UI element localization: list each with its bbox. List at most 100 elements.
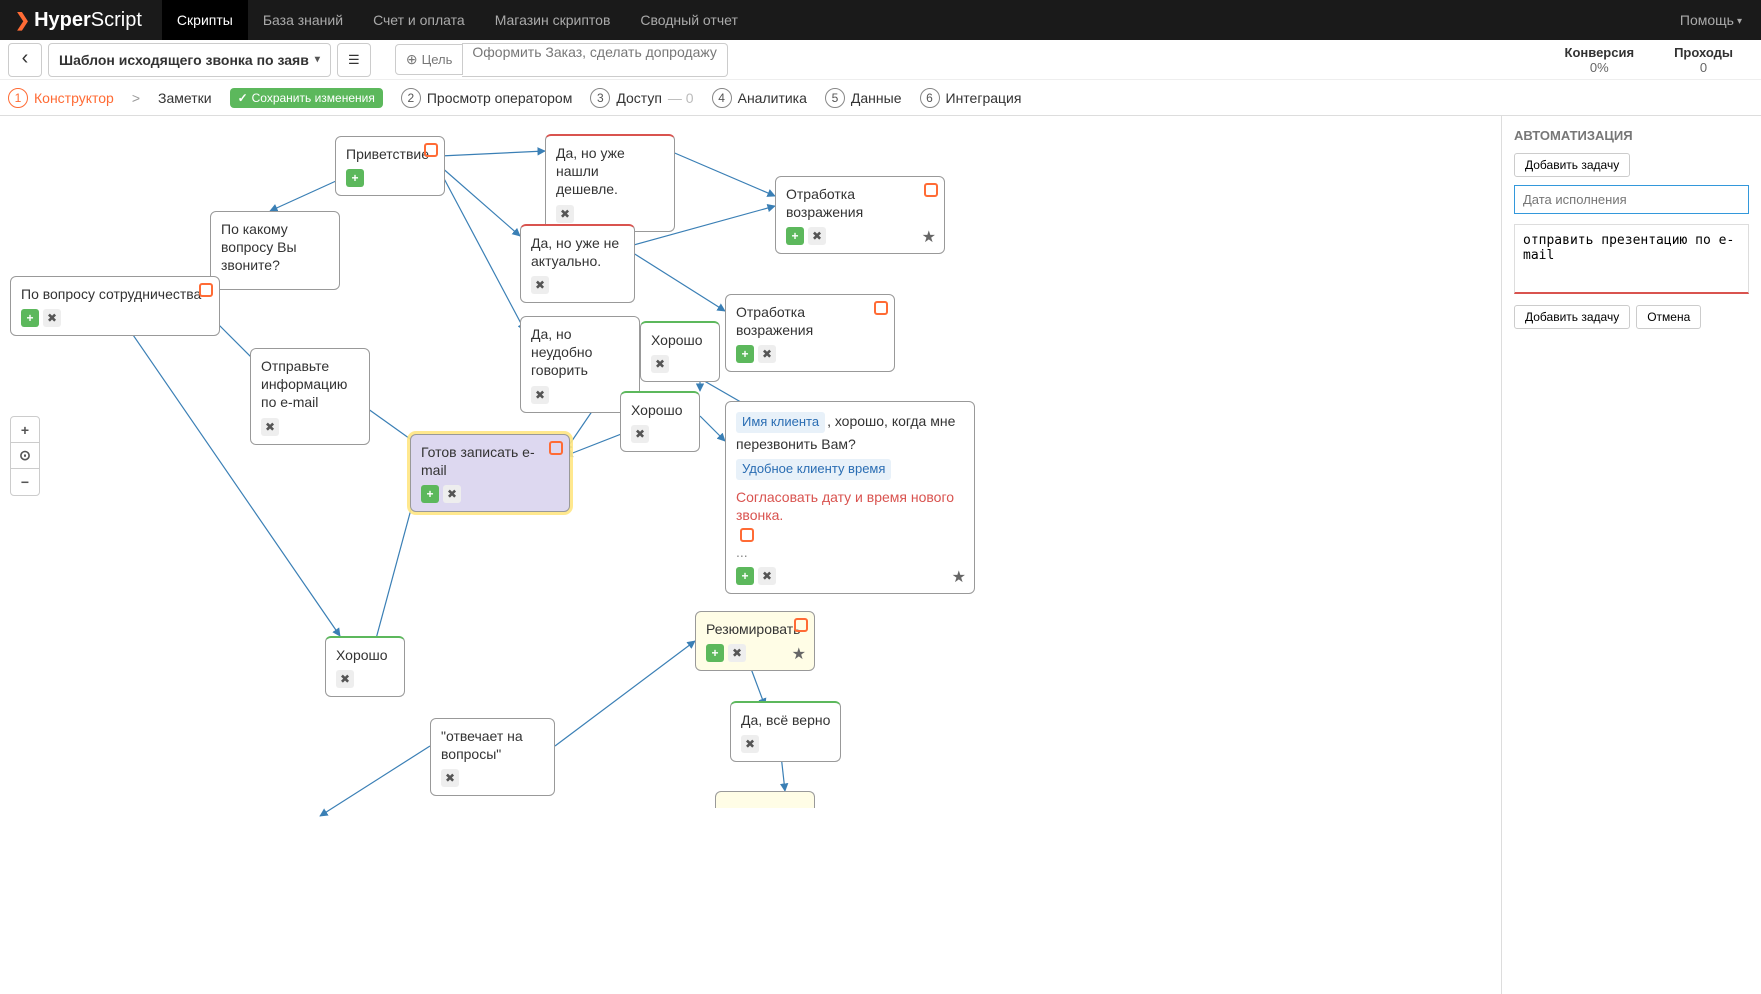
- zoom-in-button[interactable]: +: [11, 417, 39, 443]
- goal-marker[interactable]: [924, 183, 938, 197]
- node-detail[interactable]: Имя клиента, хорошо, когда мне перезвони…: [725, 401, 975, 594]
- goal-marker[interactable]: [794, 618, 808, 632]
- nav-knowledge[interactable]: База знаний: [248, 0, 358, 40]
- nav-help[interactable]: Помощь: [1665, 0, 1746, 40]
- goal-marker[interactable]: [874, 301, 888, 315]
- chip-client-name[interactable]: Имя клиента: [736, 412, 825, 433]
- script-select[interactable]: Шаблон исходящего звонка по заяв: [48, 43, 331, 77]
- tab-operator[interactable]: 2Просмотр оператором: [401, 88, 572, 108]
- star-icon[interactable]: ★: [922, 227, 936, 247]
- node-objection2[interactable]: Отработка возражения +✖: [725, 294, 895, 372]
- tab-data-label: Данные: [851, 90, 902, 106]
- tabs-row: 1Конструктор > Заметки Сохранить изменен…: [0, 80, 1761, 116]
- node-send-email[interactable]: Отправьте информацию по e-mail ✖: [250, 348, 370, 445]
- add-icon[interactable]: +: [706, 644, 724, 662]
- add-task-button[interactable]: Добавить задачу: [1514, 153, 1630, 177]
- delete-icon[interactable]: ✖: [261, 418, 279, 436]
- check-icon: [238, 91, 248, 105]
- delete-icon[interactable]: ✖: [758, 345, 776, 363]
- save-label: Сохранить изменения: [252, 91, 375, 105]
- zoom-center-button[interactable]: ⊙: [11, 443, 39, 469]
- node-objection1[interactable]: Отработка возражения +✖ ★: [775, 176, 945, 254]
- goal-marker[interactable]: [740, 528, 754, 542]
- node-partial[interactable]: [715, 791, 815, 808]
- top-navbar: ❯ HyperScript Скрипты База знаний Счет и…: [0, 0, 1761, 40]
- nav-report[interactable]: Сводный отчет: [625, 0, 752, 40]
- delete-icon[interactable]: ✖: [808, 227, 826, 245]
- logo-bold: Hyper: [34, 9, 91, 32]
- delete-icon[interactable]: ✖: [336, 670, 354, 688]
- back-button[interactable]: [8, 43, 42, 77]
- node-greeting[interactable]: Приветствие +: [335, 136, 445, 196]
- save-changes-button[interactable]: Сохранить изменения: [230, 88, 383, 108]
- tab-data[interactable]: 5Данные: [825, 88, 902, 108]
- tab-access[interactable]: 3Доступ — 0: [590, 88, 693, 108]
- goal-marker[interactable]: [424, 143, 438, 157]
- date-input[interactable]: [1514, 185, 1749, 214]
- tab-analytics[interactable]: 4Аналитика: [712, 88, 807, 108]
- tab-notes[interactable]: Заметки: [158, 90, 212, 106]
- add-icon[interactable]: +: [786, 227, 804, 245]
- goal-marker[interactable]: [549, 441, 563, 455]
- menu-button[interactable]: [337, 43, 371, 77]
- node-ok2-title: Хорошо: [631, 401, 689, 419]
- add-icon[interactable]: +: [736, 345, 754, 363]
- delete-icon[interactable]: ✖: [556, 205, 574, 223]
- add-icon[interactable]: +: [736, 567, 754, 585]
- node-greeting-title: Приветствие: [346, 145, 434, 163]
- tab-constructor[interactable]: 1Конструктор: [8, 88, 114, 108]
- node-not-actual[interactable]: Да, но уже не актуально. ✖: [520, 224, 635, 303]
- goal-input[interactable]: Оформить Заказ, сделать допродажу: [462, 43, 728, 77]
- chip-convenient-time[interactable]: Удобное клиенту время: [736, 459, 891, 480]
- main-area: + ⊙ −: [0, 116, 1761, 994]
- delete-icon[interactable]: ✖: [631, 425, 649, 443]
- node-found-cheaper-title: Да, но уже нашли дешевле.: [556, 144, 664, 199]
- node-question-title: По какому вопросу Вы звоните?: [221, 220, 329, 275]
- node-ok3-title: Хорошо: [336, 646, 394, 664]
- delete-icon[interactable]: ✖: [531, 386, 549, 404]
- node-question[interactable]: По какому вопросу Вы звоните?: [210, 211, 340, 290]
- delete-icon[interactable]: ✖: [441, 769, 459, 787]
- node-coop-title: По вопросу сотрудничества: [21, 285, 209, 303]
- logo[interactable]: ❯ HyperScript: [15, 9, 142, 32]
- goal-marker[interactable]: [199, 283, 213, 297]
- node-answers[interactable]: "отвечает на вопросы" ✖: [430, 718, 555, 796]
- delete-icon[interactable]: ✖: [651, 355, 669, 373]
- star-icon[interactable]: ★: [792, 644, 806, 664]
- add-icon[interactable]: +: [346, 169, 364, 187]
- tab-integration[interactable]: 6Интеграция: [920, 88, 1022, 108]
- node-ready-email[interactable]: Готов записать e-mail +✖: [410, 434, 570, 512]
- node-ok1[interactable]: Хорошо ✖: [640, 321, 720, 382]
- add-icon[interactable]: +: [21, 309, 39, 327]
- node-busy-title: Да, но неудобно говорить: [531, 325, 629, 380]
- task-text-input[interactable]: [1514, 224, 1749, 294]
- nav-store[interactable]: Магазин скриптов: [480, 0, 626, 40]
- node-yes-correct-title: Да, всё верно: [741, 711, 830, 729]
- delete-icon[interactable]: ✖: [43, 309, 61, 327]
- delete-icon[interactable]: ✖: [758, 567, 776, 585]
- tab-access-label: Доступ: [616, 90, 662, 106]
- node-ok3[interactable]: Хорошо ✖: [325, 636, 405, 697]
- cancel-button[interactable]: Отмена: [1636, 305, 1701, 329]
- node-ok2[interactable]: Хорошо ✖: [620, 391, 700, 452]
- node-coop[interactable]: По вопросу сотрудничества +✖: [10, 276, 220, 336]
- node-found-cheaper[interactable]: Да, но уже нашли дешевле. ✖: [545, 134, 675, 232]
- delete-icon[interactable]: ✖: [728, 644, 746, 662]
- add-icon[interactable]: +: [421, 485, 439, 503]
- delete-icon[interactable]: ✖: [443, 485, 461, 503]
- zoom-out-button[interactable]: −: [11, 469, 39, 495]
- delete-icon[interactable]: ✖: [531, 276, 549, 294]
- tab-integration-label: Интеграция: [946, 90, 1022, 106]
- nav-billing[interactable]: Счет и оплата: [358, 0, 480, 40]
- nav-scripts[interactable]: Скрипты: [162, 0, 248, 40]
- node-resume[interactable]: Резюмировать +✖ ★: [695, 611, 815, 671]
- detail-dots: ...: [736, 544, 748, 560]
- goal-button[interactable]: ⊕Цель: [395, 44, 464, 75]
- detail-red-text: Согласовать дату и время нового звонка.: [736, 488, 964, 524]
- star-icon[interactable]: ★: [952, 567, 966, 587]
- node-yes-correct[interactable]: Да, всё верно ✖: [730, 701, 841, 762]
- add-task-confirm-button[interactable]: Добавить задачу: [1514, 305, 1630, 329]
- delete-icon[interactable]: ✖: [741, 735, 759, 753]
- canvas[interactable]: + ⊙ −: [0, 116, 1501, 994]
- logo-light: Script: [91, 9, 142, 32]
